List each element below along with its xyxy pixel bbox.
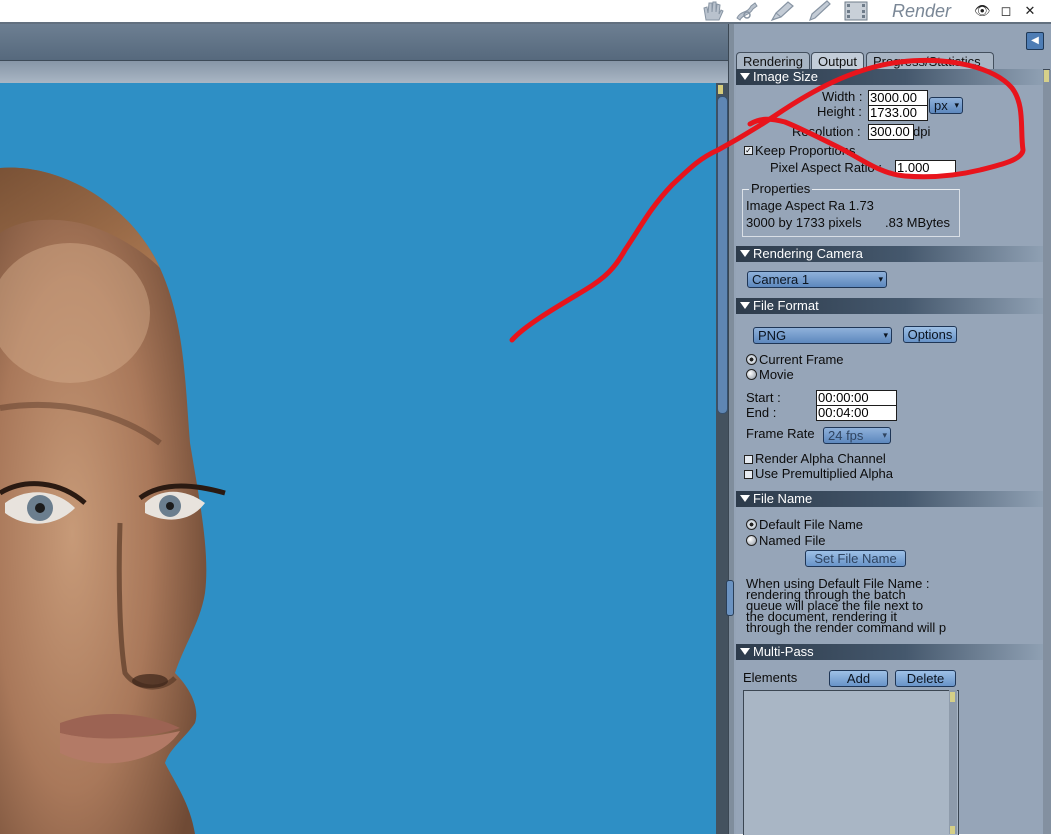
collapse-triangle-icon	[740, 648, 750, 655]
chevron-down-icon: ▾	[882, 430, 887, 440]
close-icon[interactable]: ✕	[1022, 3, 1038, 19]
unit-value: px	[934, 98, 948, 113]
section-title: Multi-Pass	[753, 644, 814, 659]
frame-rate-select[interactable]: 24 fps ▾	[823, 427, 891, 444]
height-field[interactable]: 1733.00	[868, 105, 928, 121]
pixel-aspect-field[interactable]: 1.000	[895, 160, 956, 176]
resolution-unit: dpi	[913, 124, 931, 139]
mbytes-text: .83 MBytes	[885, 215, 951, 230]
note-line: through the render command will p	[746, 620, 947, 635]
current-frame-label: Current Frame	[759, 352, 844, 367]
section-title: Image Size	[753, 69, 819, 84]
section-file-name[interactable]: File Name	[736, 491, 1043, 507]
properties-title: Properties	[749, 181, 813, 196]
movie-radio[interactable]	[746, 369, 757, 380]
brush-icon[interactable]	[768, 0, 796, 22]
collapse-triangle-icon	[740, 302, 750, 309]
section-title: Rendering Camera	[753, 246, 863, 261]
current-frame-radio[interactable]	[746, 354, 757, 365]
section-title: File Name	[753, 491, 813, 506]
panel-scrollbar[interactable]	[1043, 70, 1051, 834]
unit-select[interactable]: px ▾	[929, 97, 963, 114]
face-render	[0, 167, 226, 834]
viewport-header	[0, 24, 728, 60]
format-value: PNG	[758, 328, 787, 343]
tab-output[interactable]: Output	[811, 52, 865, 70]
format-select[interactable]: PNG ▾	[753, 327, 892, 344]
delete-element-button[interactable]: Delete	[895, 670, 956, 687]
end-label: End :	[746, 405, 777, 420]
tab-progress-statistics[interactable]: Progress/Statistics	[866, 52, 994, 70]
render-viewport[interactable]	[0, 83, 716, 834]
section-rendering-camera[interactable]: Rendering Camera	[736, 246, 1043, 262]
camera-select[interactable]: Camera 1 ▾	[747, 271, 887, 288]
frame-rate-value: 24 fps	[828, 428, 864, 443]
aspect-ratio-text: Image Aspect Ra 1.73	[746, 198, 874, 213]
set-file-name-button[interactable]: Set File Name	[805, 550, 906, 567]
named-file-radio[interactable]	[746, 535, 757, 546]
collapse-triangle-icon	[740, 250, 750, 257]
render-alpha-checkbox[interactable]	[744, 455, 753, 464]
camera-value: Camera 1	[752, 272, 810, 287]
top-toolbar: Render 👁 ◻ ✕	[0, 0, 1051, 22]
section-file-format[interactable]: File Format	[736, 298, 1043, 314]
section-multi-pass[interactable]: Multi-Pass	[736, 644, 1043, 660]
height-label: Height :	[817, 104, 862, 119]
film-icon[interactable]	[842, 0, 870, 22]
width-field[interactable]: 3000.00	[868, 90, 928, 106]
add-element-button[interactable]: Add	[829, 670, 888, 687]
pixel-aspect-label: Pixel Aspect Ratio :	[770, 160, 882, 175]
panel-scroll-thumb[interactable]	[1044, 70, 1049, 82]
section-title: File Format	[753, 298, 819, 313]
premultiplied-checkbox[interactable]	[744, 470, 753, 479]
chevron-down-icon: ▾	[883, 330, 888, 340]
collapse-panel-icon[interactable]: ◀	[1026, 32, 1044, 50]
collapse-triangle-icon	[740, 73, 750, 80]
render-alpha-label: Render Alpha Channel	[755, 451, 886, 466]
keep-proportions-label: Keep Proportions	[755, 143, 856, 158]
scrollbar-grip[interactable]	[718, 85, 723, 94]
end-field[interactable]: 00:04:00	[816, 405, 897, 421]
elements-list-scrollbar[interactable]	[949, 690, 957, 834]
file-name-note: When using Default File Name : rendering…	[746, 578, 960, 635]
start-label: Start :	[746, 390, 781, 405]
section-image-size[interactable]: Image Size	[736, 69, 1043, 85]
frame-rate-label: Frame Rate	[746, 426, 815, 441]
splitter-handle[interactable]	[726, 580, 734, 616]
start-field[interactable]: 00:00:00	[816, 390, 897, 406]
named-file-label: Named File	[759, 533, 826, 548]
restore-icon[interactable]: ◻	[998, 3, 1014, 19]
elements-list-scroll-thumb[interactable]	[950, 692, 955, 702]
elements-list-scroll-end	[950, 826, 955, 834]
width-label: Width :	[822, 89, 863, 104]
eye-icon[interactable]: 👁	[974, 3, 991, 19]
viewport-header-strip	[0, 60, 728, 83]
figure-icon[interactable]	[733, 0, 761, 22]
default-file-name-label: Default File Name	[759, 517, 864, 532]
collapse-triangle-icon	[740, 495, 750, 502]
keep-proportions-checkbox[interactable]: ✓	[744, 146, 753, 155]
options-button[interactable]: Options	[903, 326, 957, 343]
chevron-down-icon: ▾	[954, 100, 959, 110]
pixel-size-text: 3000 by 1733 pixels	[746, 215, 862, 230]
default-file-name-radio[interactable]	[746, 519, 757, 530]
resolution-label: Resolution :	[792, 124, 861, 139]
premultiplied-label: Use Premultiplied Alpha	[755, 466, 894, 481]
viewport-scroll-thumb[interactable]	[717, 96, 728, 414]
tab-rendering[interactable]: Rendering	[736, 52, 810, 70]
elements-label: Elements	[743, 670, 798, 685]
hand-icon[interactable]	[698, 0, 726, 22]
movie-label: Movie	[759, 367, 794, 382]
elements-list[interactable]	[743, 690, 959, 835]
room-title: Render	[892, 1, 952, 21]
pencil-icon[interactable]	[805, 0, 833, 22]
resolution-field[interactable]: 300.00	[868, 124, 914, 140]
chevron-down-icon: ▾	[878, 274, 883, 284]
